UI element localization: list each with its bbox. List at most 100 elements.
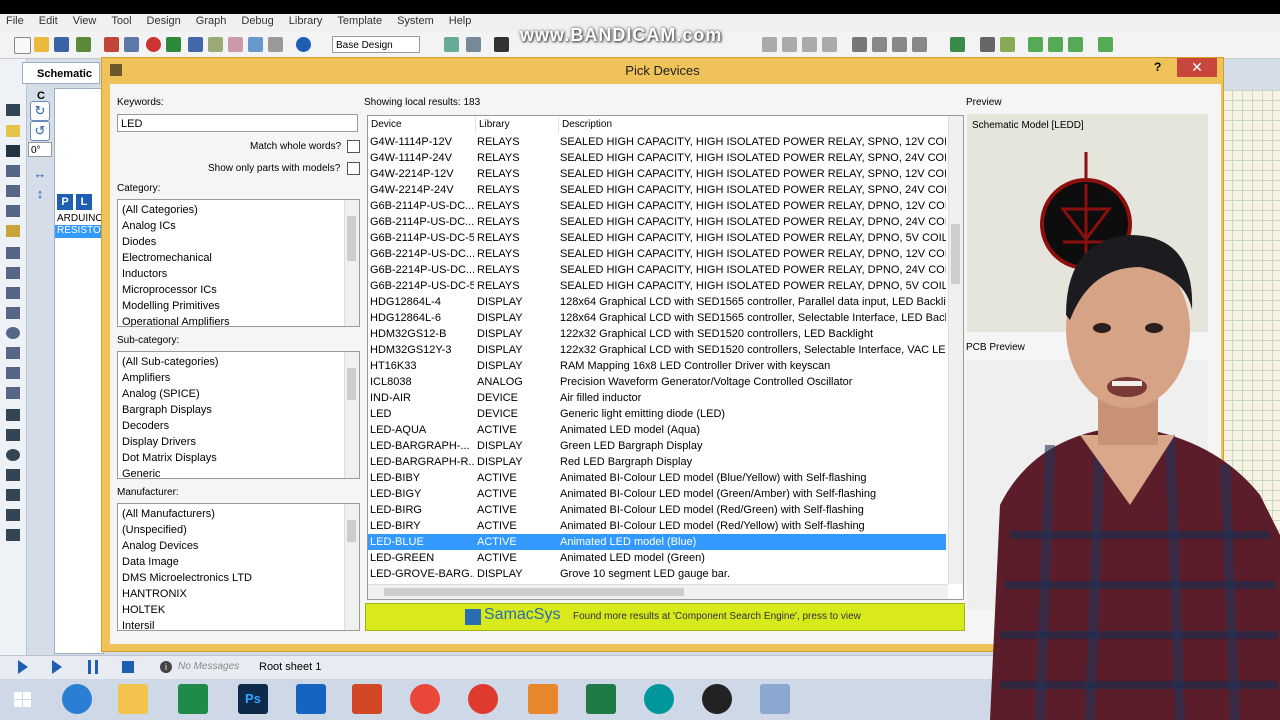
manufacturer-item[interactable]: Analog Devices	[118, 538, 359, 554]
table-row[interactable]: G4W-1114P-24V RELAYS SEALED HIGH CAPACITY,…	[368, 150, 946, 166]
samacsys-search-bar[interactable]: SamacSys Found more results at 'Componen…	[365, 603, 965, 631]
subcategory-item[interactable]: Generic	[118, 466, 359, 478]
design-explorer-icon[interactable]	[248, 37, 263, 52]
category-item[interactable]: (All Categories)	[118, 202, 359, 218]
table-row[interactable]: HDM32GS12-B DISPLAY 122x32 Graphical LCD w…	[368, 326, 946, 342]
rotate-cw-icon[interactable]: ↻	[30, 101, 50, 121]
table-row[interactable]: LED-BARGRAPH-... DISPLAY Green LED Bargrap…	[368, 438, 946, 454]
step-icon[interactable]	[52, 660, 62, 674]
design-select[interactable]: Base Design	[332, 36, 420, 53]
netlist-icon[interactable]	[950, 37, 965, 52]
store-icon[interactable]	[178, 684, 208, 714]
table-row[interactable]: HDM32GS12Y-3 DISPLAY 122x32 Graphical LCD …	[368, 342, 946, 358]
search-icon[interactable]	[980, 37, 995, 52]
table-row[interactable]: G4W-2214P-24V RELAYS SEALED HIGH CAPACITY,…	[368, 182, 946, 198]
table-row[interactable]: G4W-2214P-12V RELAYS SEALED HIGH CAPACITY,…	[368, 166, 946, 182]
rotate-ccw-icon[interactable]: ↺	[30, 121, 50, 141]
mirror-y-icon[interactable]: ↕	[32, 186, 48, 201]
close-button[interactable]: ✕	[1177, 58, 1217, 77]
subcategory-item[interactable]: Display Drivers	[118, 434, 359, 450]
arc-icon[interactable]	[6, 469, 20, 481]
messages-status[interactable]: No Messages	[178, 661, 239, 672]
category-item[interactable]: Electromechanical	[118, 250, 359, 266]
open-folder-icon[interactable]	[34, 37, 49, 52]
windows-start-icon[interactable]	[8, 684, 38, 714]
junction-icon[interactable]	[6, 145, 20, 157]
stop-sim-icon[interactable]	[122, 661, 134, 673]
matlab-icon[interactable]	[528, 684, 558, 714]
table-row[interactable]: ICL8038 ANALOG Precision Waveform Generato…	[368, 374, 946, 390]
table-row[interactable]: G6B-2114P-US-DC... RELAYS SEALED HIGH CAPA…	[368, 214, 946, 230]
wire-icon[interactable]	[912, 37, 927, 52]
table-row[interactable]: LED DEVICE Generic light emitting diode (L…	[368, 406, 946, 422]
menu-library[interactable]: Library	[283, 14, 332, 27]
table-row[interactable]: LED-BIGY ACTIVE Animated BI-Colour LED mod…	[368, 486, 946, 502]
manufacturer-item[interactable]: DMS Microelectronics LTD	[118, 570, 359, 586]
category-item[interactable]: Inductors	[118, 266, 359, 282]
mirror-x-icon[interactable]: ↔	[32, 166, 48, 181]
table-row[interactable]: HDG12864L-4 DISPLAY 128x64 Graphical LCD w…	[368, 294, 946, 310]
excel-icon[interactable]	[586, 684, 616, 714]
internet-explorer-icon[interactable]	[62, 684, 92, 714]
subcategory-item[interactable]: Analog (SPICE)	[118, 386, 359, 402]
remove-sheet-icon[interactable]	[1048, 37, 1063, 52]
pick-icon[interactable]	[872, 37, 887, 52]
home-icon[interactable]	[104, 37, 119, 52]
manufacturer-item[interactable]: HOLTEK	[118, 602, 359, 618]
subcircuit-icon[interactable]	[6, 225, 20, 237]
bom-icon[interactable]	[228, 37, 243, 52]
circle-icon[interactable]	[6, 449, 20, 461]
text-script-icon[interactable]	[6, 185, 20, 197]
table-row[interactable]: G6B-2214P-US-DC... RELAYS SEALED HIGH CAPA…	[368, 262, 946, 278]
library-button[interactable]: L	[76, 194, 92, 210]
copy-block-icon[interactable]	[762, 37, 777, 52]
line-icon[interactable]	[6, 409, 20, 421]
category-item[interactable]: Modelling Primitives	[118, 298, 359, 314]
selection-mode-icon[interactable]	[6, 104, 20, 116]
generator-icon[interactable]	[6, 327, 20, 339]
show-only-models-checkbox[interactable]	[347, 162, 360, 175]
subcategory-item[interactable]: (All Sub-categories)	[118, 354, 359, 370]
wire-label-icon[interactable]	[6, 165, 20, 177]
new-sheet-icon[interactable]	[1028, 37, 1043, 52]
file-explorer-icon[interactable]	[118, 684, 148, 714]
pcb-icon[interactable]	[166, 37, 181, 52]
menu-debug[interactable]: Debug	[235, 14, 282, 27]
menu-design[interactable]: Design	[141, 14, 190, 27]
menu-help[interactable]: Help	[443, 14, 481, 27]
goto-sheet-icon[interactable]	[1068, 37, 1083, 52]
text-icon[interactable]	[6, 509, 20, 521]
pick-devices-button[interactable]: P	[57, 194, 73, 210]
manufacturer-list[interactable]: (All Manufacturers) (Unspecified) Analog D…	[117, 503, 360, 631]
stop-icon[interactable]	[146, 37, 161, 52]
column-description[interactable]: Description	[559, 116, 949, 133]
tab-schematic[interactable]: Schematic C	[22, 62, 100, 102]
menu-view[interactable]: View	[67, 14, 106, 27]
property-icon[interactable]	[1000, 37, 1015, 52]
subcategory-scrollbar[interactable]	[344, 352, 359, 478]
schematic-icon[interactable]	[124, 37, 139, 52]
match-whole-words-checkbox[interactable]	[347, 140, 360, 153]
photoshop-icon[interactable]: Ps	[238, 684, 268, 714]
origin-icon[interactable]	[494, 37, 509, 52]
tape-recorder-icon[interactable]	[6, 307, 20, 319]
device-pin-icon[interactable]	[6, 267, 20, 279]
play-icon[interactable]	[18, 660, 28, 674]
table-row[interactable]: IND-AIR DEVICE Air filled inductor	[368, 390, 946, 406]
table-row[interactable]: LED-GREEN ACTIVE Animated LED model (Green…	[368, 550, 946, 566]
table-row[interactable]: LED-BIRY ACTIVE Animated BI-Colour LED mod…	[368, 518, 946, 534]
manufacturer-scrollbar[interactable]	[344, 504, 359, 630]
menu-template[interactable]: Template	[331, 14, 391, 27]
current-probe-icon[interactable]	[6, 367, 20, 379]
column-device[interactable]: Device	[368, 116, 476, 133]
table-row[interactable]: LED-BIBY ACTIVE Animated BI-Colour LED mod…	[368, 470, 946, 486]
menu-file[interactable]: File	[0, 14, 33, 27]
path-icon[interactable]	[6, 489, 20, 501]
notes-icon[interactable]	[268, 37, 283, 52]
help-icon[interactable]	[296, 37, 311, 52]
component-mode-icon[interactable]	[6, 125, 20, 137]
rotate-block-icon[interactable]	[802, 37, 817, 52]
manufacturer-item[interactable]: Data Image	[118, 554, 359, 570]
table-row[interactable]: G6B-2214P-US-DC... RELAYS SEALED HIGH CAPA…	[368, 246, 946, 262]
pause-icon[interactable]	[88, 660, 98, 674]
